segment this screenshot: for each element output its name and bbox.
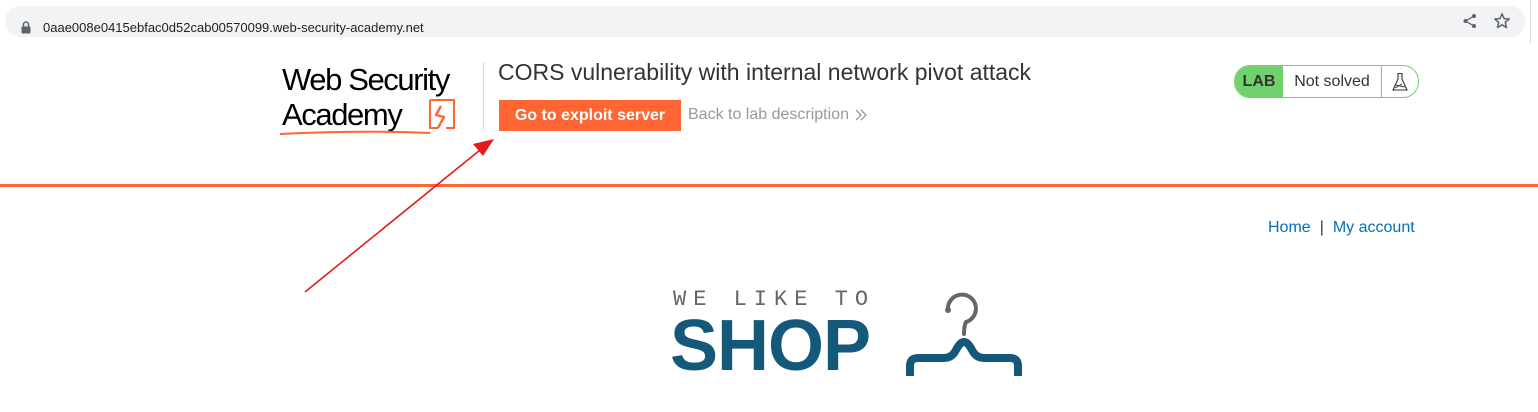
chevron-double-right-icon	[855, 109, 867, 121]
window-edge	[1530, 0, 1531, 44]
hanger-icon	[906, 292, 1022, 376]
star-icon[interactable]	[1493, 12, 1511, 30]
logo-line2: Academy	[282, 97, 403, 132]
web-security-academy-logo[interactable]: Web Security Academy	[280, 62, 480, 142]
lab-status-widget: LAB Not solved	[1234, 65, 1419, 98]
url-text[interactable]: 0aae008e0415ebfac0d52cab00570099.web-sec…	[43, 20, 424, 35]
back-link-label: Back to lab description	[688, 106, 849, 123]
share-icon[interactable]	[1462, 13, 1478, 29]
logo-underline	[280, 130, 430, 135]
nav-home-link[interactable]: Home	[1268, 219, 1311, 236]
flask-icon-container	[1381, 66, 1418, 97]
header-separator	[0, 184, 1538, 187]
arrow-shaft	[304, 149, 481, 293]
lab-status-text: Not solved	[1294, 72, 1370, 90]
flask-icon	[1392, 72, 1408, 91]
back-to-lab-description-link[interactable]: Back to lab description	[688, 106, 867, 124]
nav-separator: |	[1319, 219, 1324, 236]
site-nav: Home | My account	[1268, 219, 1415, 237]
lightning-bolt-icon	[429, 99, 455, 129]
shop-wordmark: SHOP	[670, 306, 871, 386]
go-to-exploit-server-button[interactable]: Go to exploit server	[499, 100, 681, 131]
nav-my-account-link[interactable]: My account	[1333, 219, 1415, 236]
lock-icon[interactable]	[21, 21, 31, 34]
logo-line1: Web Security	[282, 62, 450, 97]
header-divider	[483, 62, 484, 130]
omnibox[interactable]: 0aae008e0415ebfac0d52cab00570099.web-sec…	[5, 6, 1525, 37]
lab-title: CORS vulnerability with internal network…	[498, 59, 1032, 85]
lab-badge: LAB	[1235, 66, 1283, 97]
browser-address-bar: 0aae008e0415ebfac0d52cab00570099.web-sec…	[0, 0, 1538, 44]
